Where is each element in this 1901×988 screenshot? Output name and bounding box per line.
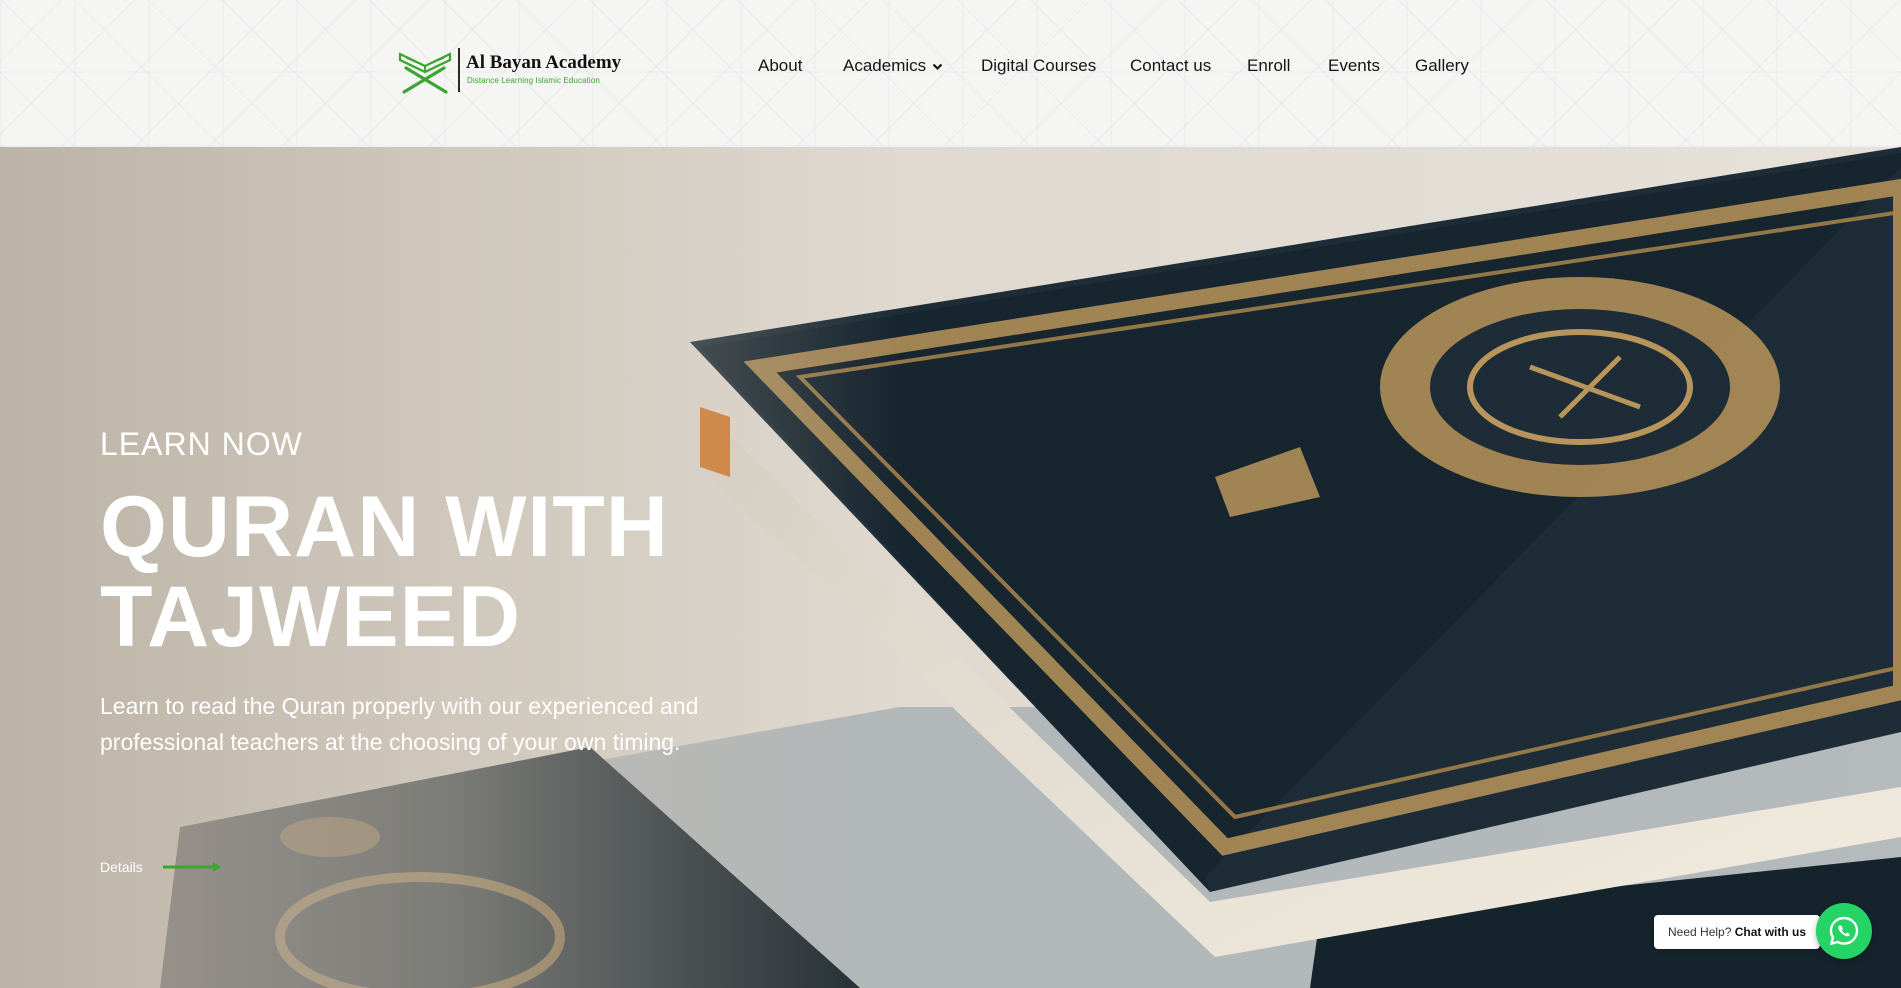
hero-subtext: Learn to read the Quran properly with ou… (100, 693, 699, 755)
nav-item-contact-us[interactable]: Contact us (1130, 54, 1211, 78)
details-label: Details (100, 859, 143, 875)
hero-section: LEARN NOW QURAN WITH TAJWEED Learn to re… (0, 147, 1901, 988)
chat-help-bubble[interactable]: Need Help? Chat with us (1654, 915, 1821, 949)
nav-item-academics-label: Academics (843, 56, 927, 75)
whatsapp-icon (1829, 916, 1859, 946)
nav-item-enroll[interactable]: Enroll (1247, 54, 1290, 78)
nav-item-digital-courses[interactable]: Digital Courses (981, 54, 1096, 78)
arrow-right-icon (163, 862, 221, 872)
hero-headline: QURAN WITH TAJWEED (100, 479, 669, 665)
main-nav: About Academics Digital Courses Contact … (0, 54, 1901, 78)
chat-help-action: Chat with us (1734, 925, 1807, 939)
chat-help-prompt: Need Help? (1668, 925, 1732, 939)
site-header: Al Bayan Academy Distance Learning Islam… (0, 0, 1901, 147)
nav-item-academics[interactable]: Academics (843, 54, 943, 78)
nav-item-about[interactable]: About (758, 54, 802, 78)
whatsapp-chat-button[interactable] (1816, 903, 1872, 959)
hero-eyebrow: LEARN NOW (100, 426, 303, 462)
details-link[interactable]: Details (100, 856, 240, 880)
chevron-down-icon (932, 63, 943, 70)
nav-item-gallery[interactable]: Gallery (1415, 54, 1469, 78)
nav-item-events[interactable]: Events (1328, 54, 1380, 78)
